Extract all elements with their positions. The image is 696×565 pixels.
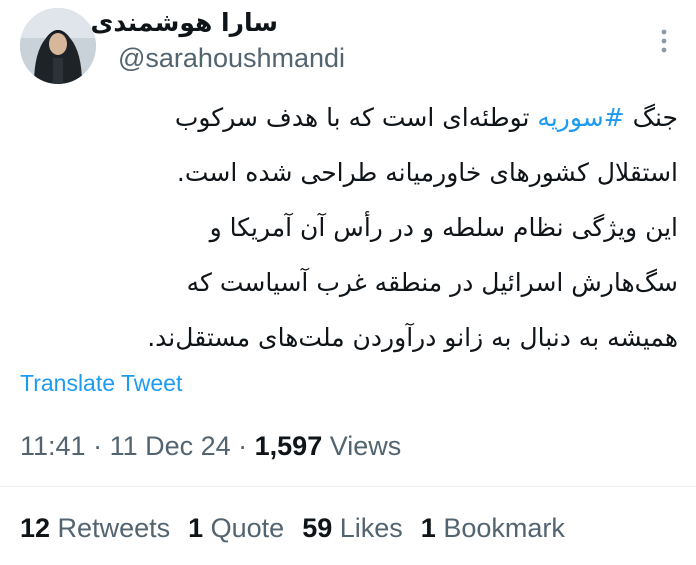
avatar[interactable] bbox=[20, 8, 96, 84]
engagement-stats: 12 Retweets 1 Quote 59 Likes 1 Bookmark bbox=[20, 510, 565, 546]
tweet-text: جنگ #سوریه توطئه‌ای است که با هدف سرکوب … bbox=[18, 90, 678, 365]
tweet-text-line: جنگ #سوریه توطئه‌ای است که با هدف سرکوب bbox=[18, 90, 678, 145]
views-count: 1,597 bbox=[254, 431, 323, 461]
tweet-text-segment: جنگ bbox=[624, 103, 678, 132]
hashtag-link[interactable]: #سوریه bbox=[537, 103, 624, 132]
tweet-text-line: سگ‌هارش اسرائیل در منطقه غرب آسیاست که bbox=[186, 268, 678, 297]
tweet-meta: 11:41 · 11 Dec 24 · 1,597 Views bbox=[20, 428, 401, 464]
bookmarks-count: 1 bbox=[420, 513, 436, 543]
tweet-time[interactable]: 11:41 bbox=[20, 431, 86, 461]
retweets-count: 12 bbox=[20, 513, 51, 543]
bookmarks-stat[interactable]: 1 Bookmark bbox=[421, 513, 565, 543]
translate-tweet-link[interactable]: Translate Tweet bbox=[20, 368, 182, 398]
divider bbox=[0, 486, 696, 487]
quotes-label: Quote bbox=[203, 513, 285, 543]
meta-separator: · bbox=[85, 431, 110, 461]
quotes-count: 1 bbox=[188, 513, 204, 543]
tweet-date[interactable]: 11 Dec 24 bbox=[110, 431, 231, 461]
tweet-text-segment: توطئه‌ای است که با هدف سرکوب bbox=[174, 103, 538, 132]
tweet-text-line: همیشه به دنبال به زانو درآوردن ملت‌های م… bbox=[147, 323, 678, 352]
retweets-stat[interactable]: 12 Retweets bbox=[20, 513, 170, 543]
views-label: Views bbox=[322, 431, 402, 461]
tweet-card: سارا هوشمندی @sarahoushmandi جنگ #سوریه … bbox=[0, 0, 696, 565]
quotes-stat[interactable]: 1 Quote bbox=[188, 513, 284, 543]
more-vertical-icon[interactable] bbox=[654, 26, 674, 56]
meta-separator: · bbox=[230, 431, 255, 461]
likes-stat[interactable]: 59 Likes bbox=[302, 513, 403, 543]
bookmarks-label: Bookmark bbox=[435, 513, 565, 543]
author-display-name[interactable]: سارا هوشمندی bbox=[90, 6, 278, 40]
likes-count: 59 bbox=[302, 513, 333, 543]
tweet-text-line: استقلال کشورهای خاورمیانه طراحی شده است. bbox=[176, 158, 678, 187]
likes-label: Likes bbox=[332, 513, 403, 543]
author-handle[interactable]: @sarahoushmandi bbox=[118, 40, 345, 76]
retweets-label: Retweets bbox=[50, 513, 171, 543]
tweet-text-line: این ویژگی نظام سلطه و در رأس آن آمریکا و bbox=[209, 213, 678, 242]
